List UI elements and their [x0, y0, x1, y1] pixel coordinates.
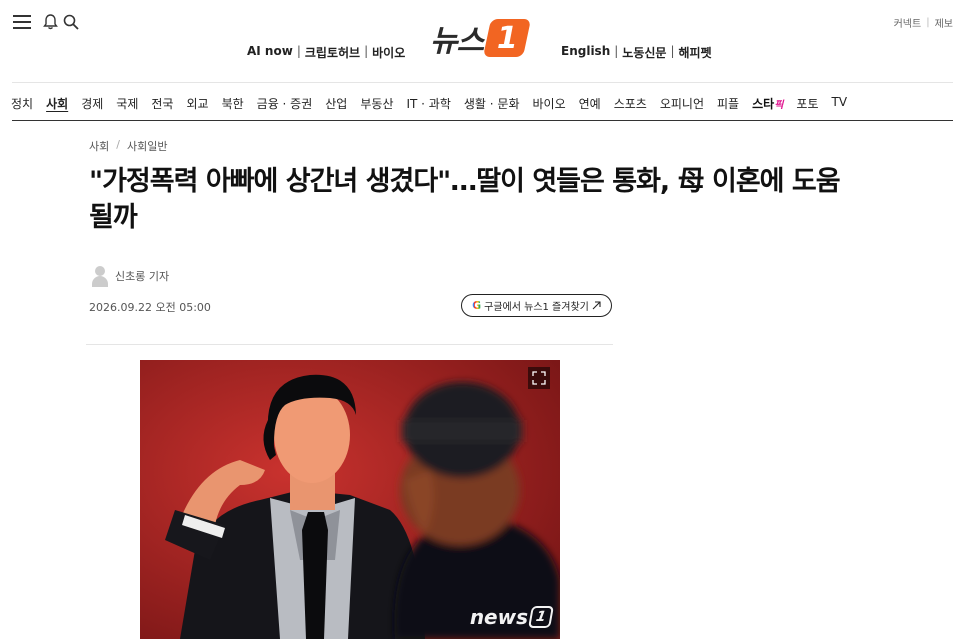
publish-date: 2026.09.22 오전 05:00	[89, 301, 211, 314]
site-logo[interactable]: 뉴스 1	[430, 16, 532, 60]
sub-nav-ai-now[interactable]: AI now	[247, 44, 293, 61]
expand-fullscreen-icon[interactable]	[528, 367, 550, 389]
author-name: 신초롱 기자	[115, 270, 170, 283]
logo-text: 뉴스	[430, 24, 484, 59]
category-society[interactable]: 사회	[46, 95, 68, 112]
google-g-icon: G	[472, 299, 482, 312]
category-opinion[interactable]: 오피니언	[660, 95, 704, 112]
category-nav: 정치 사회 경제 국제 전국 외교 북한 금융 · 증권 산업 부동산 IT ·…	[11, 95, 860, 112]
category-national[interactable]: 전국	[151, 95, 173, 112]
category-bio[interactable]: 바이오	[533, 95, 566, 112]
external-link-icon	[592, 301, 601, 310]
news1-watermark: news 1	[469, 605, 554, 629]
breadcrumb: 사회 / 사회일반	[89, 138, 167, 154]
star-pick-label: 스타	[752, 97, 775, 111]
category-photo[interactable]: 포토	[796, 95, 818, 112]
category-it-science[interactable]: IT · 과학	[406, 95, 450, 112]
article-photo[interactable]: news 1	[140, 360, 560, 639]
logo-badge: 1	[483, 19, 532, 57]
top-utility-links: 커넥트 | 제보	[894, 15, 953, 30]
breadcrumb-society-general[interactable]: 사회일반	[127, 138, 167, 154]
category-economy[interactable]: 경제	[81, 95, 103, 112]
author-avatar-icon	[91, 265, 109, 287]
sub-nav-left: AI now | 크립토허브 | 바이오	[247, 44, 405, 61]
category-north-korea[interactable]: 북한	[222, 95, 244, 112]
connect-link[interactable]: 커넥트	[894, 15, 922, 30]
category-real-estate[interactable]: 부동산	[360, 95, 393, 112]
breadcrumb-separator: /	[116, 138, 120, 151]
category-entertainment[interactable]: 연예	[579, 95, 601, 112]
google-favorite-label: 구글에서 뉴스1 즐겨찾기	[484, 302, 589, 313]
category-diplomacy[interactable]: 외교	[186, 95, 208, 112]
site-header: 커넥트 | 제보 AI now | 크립토허브 | 바이오 뉴스 1 Engli…	[0, 0, 963, 82]
category-people[interactable]: 피플	[717, 95, 739, 112]
sub-nav-english[interactable]: English	[561, 44, 610, 61]
report-link[interactable]: 제보	[935, 15, 953, 30]
article-divider	[86, 344, 613, 345]
category-finance[interactable]: 금융 · 증권	[257, 95, 313, 112]
google-favorite-button[interactable]: G 구글에서 뉴스1 즐겨찾기	[461, 294, 612, 317]
nav-divider	[12, 120, 953, 121]
category-tv[interactable]: TV	[832, 95, 848, 112]
illustration-man-and-daughter	[140, 360, 560, 639]
category-industry[interactable]: 산업	[325, 95, 347, 112]
category-star-pick[interactable]: 스타픽	[752, 95, 783, 112]
separator: |	[296, 44, 301, 58]
sub-nav-nodong-sinmun[interactable]: 노동신문	[622, 44, 666, 61]
sub-nav-bio[interactable]: 바이오	[372, 44, 405, 61]
category-sports[interactable]: 스포츠	[614, 95, 647, 112]
search-icon[interactable]	[61, 12, 81, 32]
star-pick-suffix: 픽	[774, 100, 784, 111]
hamburger-menu-icon[interactable]	[12, 12, 32, 32]
header-divider	[12, 82, 953, 83]
category-politics[interactable]: 정치	[11, 95, 33, 112]
category-life-culture[interactable]: 생활 · 문화	[464, 95, 520, 112]
breadcrumb-society[interactable]: 사회	[89, 138, 109, 154]
separator: |	[364, 44, 369, 58]
watermark-badge: 1	[528, 606, 554, 628]
sub-nav-crypto-hub[interactable]: 크립토허브	[305, 44, 360, 61]
separator: |	[926, 17, 930, 28]
category-international[interactable]: 국제	[116, 95, 138, 112]
sub-nav-right: English | 노동신문 | 해피펫	[561, 44, 712, 61]
bell-icon[interactable]	[40, 12, 60, 32]
logo-badge-text: 1	[496, 20, 518, 56]
separator: |	[670, 44, 675, 58]
watermark-text: news	[469, 605, 528, 629]
author-byline[interactable]: 신초롱 기자	[91, 265, 169, 287]
sub-nav-happy-pet[interactable]: 해피펫	[679, 44, 712, 61]
article-title: "가정폭력 아빠에 상간녀 생겼다"…딸이 엿들은 통화, 母 이혼에 도움 될…	[89, 166, 841, 233]
separator: |	[614, 44, 619, 58]
